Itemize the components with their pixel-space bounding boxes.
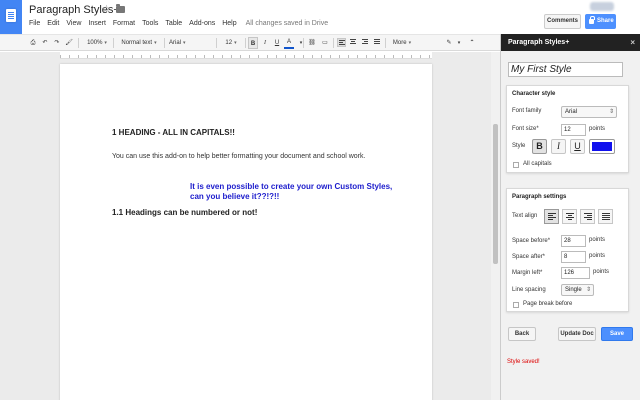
font-size-select[interactable]: 12 (220, 37, 242, 49)
back-button[interactable]: Back (508, 327, 536, 341)
pencil-icon[interactable]: ✎ (444, 37, 454, 49)
docs-logo-icon[interactable] (0, 0, 22, 34)
character-style-panel: Character style Font family Arial Font s… (506, 85, 629, 173)
sidebar-header: Paragraph Styles+ × (501, 34, 640, 51)
comment-icon[interactable]: ▭ (320, 37, 330, 49)
save-status: All changes saved in Drive (245, 20, 329, 27)
space-after-input[interactable]: 8 (561, 251, 586, 263)
color-swatch (592, 142, 612, 151)
collapse-icon[interactable]: ⌃ (467, 37, 477, 49)
space-before-unit: points (589, 237, 606, 243)
style-label: Style (512, 143, 526, 149)
line-spacing-select[interactable]: Single (561, 284, 594, 296)
space-after-label: Space after* (512, 254, 546, 260)
undo-icon[interactable]: ↶ (40, 37, 50, 49)
addon-sidebar: Paragraph Styles+ × My First Style Chara… (500, 34, 640, 400)
align-center-button[interactable] (562, 209, 577, 224)
document-page[interactable]: 1 HEADING - ALL IN CAPITALS!! You can us… (60, 64, 432, 400)
style-name-input[interactable]: My First Style (508, 62, 623, 77)
margin-left-label: Margin left* (512, 270, 543, 276)
ruler[interactable] (60, 52, 432, 59)
align-left-button[interactable] (544, 209, 559, 224)
style-bold-button[interactable]: B (532, 139, 547, 154)
text-color-button[interactable]: A (284, 37, 294, 49)
app-header: Paragraph Styles+ ☆ File Edit View Inser… (0, 0, 640, 34)
menu-edit[interactable]: Edit (47, 20, 59, 27)
doc-heading-2[interactable]: 1.1 Headings can be numbered or not! (112, 208, 257, 217)
paint-format-icon[interactable]: 🖌 (64, 37, 74, 49)
margin-left-input[interactable]: 126 (561, 267, 590, 279)
update-doc-button[interactable]: Update Doc (558, 327, 596, 341)
align-center-icon[interactable] (349, 38, 358, 47)
line-spacing-label: Line spacing (512, 287, 546, 293)
menu-format[interactable]: Format (113, 20, 135, 27)
space-before-input[interactable]: 28 (561, 235, 586, 247)
avatar[interactable] (590, 2, 614, 11)
page-break-label: Page break before (523, 301, 573, 307)
paragraph-settings-title: Paragraph settings (512, 194, 567, 200)
save-button[interactable]: Save (601, 327, 633, 341)
menu-bar: File Edit View Insert Format Tools Table… (29, 20, 335, 27)
menu-view[interactable]: View (66, 20, 81, 27)
page-break-checkbox[interactable] (513, 302, 519, 308)
share-button[interactable]: Share (585, 14, 616, 29)
text-align-label: Text align (512, 213, 538, 219)
all-capitals-label: All capitals (523, 161, 552, 167)
comments-button[interactable]: Comments (544, 14, 581, 29)
style-underline-button[interactable]: U (570, 139, 585, 154)
doc-custom-style-text[interactable]: It is even possible to create your own C… (190, 182, 392, 202)
sidebar-body: My First Style Character style Font fami… (501, 51, 640, 400)
doc-paragraph[interactable]: You can use this add-on to help better f… (112, 153, 365, 160)
character-style-title: Character style (512, 91, 556, 97)
lock-icon (589, 16, 595, 24)
bold-button[interactable]: B (248, 37, 258, 49)
star-icon[interactable]: ☆ (102, 4, 111, 15)
all-capitals-checkbox[interactable] (513, 162, 519, 168)
share-label: Share (597, 18, 614, 24)
style-italic-button[interactable]: I (551, 139, 566, 154)
paragraph-settings-panel: Paragraph settings Text align Space befo… (506, 188, 629, 312)
align-right-button[interactable] (580, 209, 595, 224)
menu-addons[interactable]: Add-ons (189, 20, 215, 27)
status-message: Style saved! (507, 359, 540, 365)
link-icon[interactable]: ⛓ (307, 37, 317, 49)
toolbar: ⎙ ↶ ↷ 🖌 100% Normal text Arial 12 B I U … (0, 34, 500, 51)
italic-button[interactable]: I (260, 37, 270, 49)
zoom-select[interactable]: 100% (84, 37, 110, 49)
menu-table[interactable]: Table (165, 20, 182, 27)
more-menu[interactable]: More (389, 37, 415, 49)
style-select[interactable]: Normal text (117, 37, 161, 49)
doc-heading-1[interactable]: 1 HEADING - ALL IN CAPITALS!! (112, 128, 235, 137)
close-icon[interactable]: × (630, 34, 635, 51)
color-picker[interactable] (589, 139, 615, 154)
space-before-label: Space before* (512, 238, 551, 244)
align-right-icon[interactable] (361, 38, 370, 47)
doc-custom-line-1: It is even possible to create your own C… (190, 182, 393, 191)
space-after-unit: points (589, 253, 606, 259)
print-icon[interactable]: ⎙ (28, 37, 38, 49)
menu-tools[interactable]: Tools (142, 20, 158, 27)
font-family-select[interactable]: Arial (561, 106, 617, 118)
font-family-label: Font family (512, 108, 542, 114)
sidebar-title: Paragraph Styles+ (508, 39, 570, 46)
menu-help[interactable]: Help (222, 20, 236, 27)
folder-icon[interactable] (116, 4, 125, 13)
menu-file[interactable]: File (29, 20, 40, 27)
align-justify-button[interactable] (598, 209, 613, 224)
document-canvas: 1 HEADING - ALL IN CAPITALS!! You can us… (0, 52, 500, 400)
align-justify-icon[interactable] (373, 38, 382, 47)
scrollbar-thumb[interactable] (493, 124, 498, 264)
font-select[interactable]: Arial (169, 37, 207, 49)
align-left-icon[interactable] (337, 38, 346, 47)
underline-button[interactable]: U (272, 37, 282, 49)
font-size-unit: points (589, 126, 606, 132)
redo-icon[interactable]: ↷ (52, 37, 62, 49)
doc-custom-line-2: can you believe it??!?!! (190, 192, 280, 201)
margin-left-unit: points (593, 269, 610, 275)
menu-insert[interactable]: Insert (88, 20, 106, 27)
font-size-label: Font size* (512, 126, 539, 132)
text-align-group (544, 209, 624, 224)
font-size-input[interactable]: 12 (561, 124, 586, 136)
